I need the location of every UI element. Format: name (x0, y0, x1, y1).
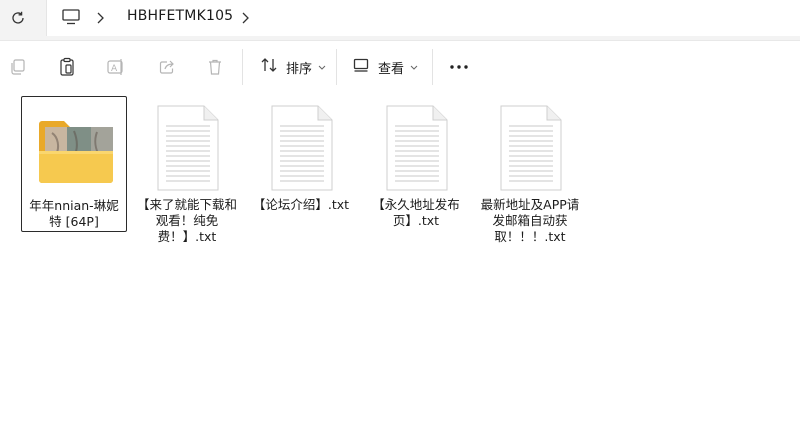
rename-icon[interactable]: A (104, 55, 128, 79)
chevron-right-icon[interactable] (239, 10, 251, 29)
folder-icon (39, 121, 113, 183)
more-icon[interactable] (447, 55, 471, 79)
file-name: 最新地址及APP请发邮箱自动获取！！！.txt (480, 197, 580, 244)
text-file-item[interactable]: 【来了就能下载和观看！纯免费！】.txt (134, 96, 240, 244)
text-file-icon (271, 105, 333, 191)
paste-icon[interactable] (55, 55, 79, 79)
address-bar: HBHFETMK105 (0, 0, 800, 36)
sort-label: 排序 (286, 61, 313, 77)
sort-menu-button[interactable]: 排序 (260, 55, 326, 79)
chevron-down-icon (410, 60, 418, 75)
toolbar-divider (432, 49, 433, 85)
copy-icon[interactable] (6, 55, 30, 79)
view-icon (352, 56, 370, 78)
svg-text:A: A (111, 64, 118, 74)
text-file-icon (386, 105, 448, 191)
text-file-item[interactable]: 最新地址及APP请发邮箱自动获取！！！.txt (477, 96, 583, 244)
address-field[interactable]: HBHFETMK105 (46, 0, 800, 36)
view-label: 查看 (378, 61, 405, 77)
folder-item[interactable]: 年年nnian-琳妮特 [64P] (21, 96, 127, 232)
command-bar: A 排序 查看 (0, 40, 800, 94)
share-icon[interactable] (155, 55, 179, 79)
file-name: 年年nnian-琳妮特 [64P] (29, 198, 119, 229)
text-file-item[interactable]: 【永久地址发布页】.txt (363, 96, 469, 232)
chevron-right-icon[interactable] (94, 10, 106, 29)
view-menu-button[interactable]: 查看 (352, 55, 418, 79)
text-file-icon (157, 105, 219, 191)
toolbar-divider (336, 49, 337, 85)
file-name: 【来了就能下载和观看！纯免费！】.txt (136, 197, 237, 244)
file-list: 年年nnian-琳妮特 [64P] 【来了就能下载和观看！纯免费！】.txt 【… (0, 93, 800, 426)
file-name: 【永久地址发布页】.txt (372, 197, 460, 228)
text-file-item[interactable]: 【论坛介绍】.txt (248, 96, 354, 232)
this-pc-icon[interactable] (61, 8, 81, 30)
delete-icon[interactable] (203, 55, 227, 79)
text-file-icon (500, 105, 562, 191)
sort-icon (260, 56, 278, 78)
file-name: 【论坛介绍】.txt (252, 197, 350, 212)
chevron-down-icon (318, 60, 326, 75)
breadcrumb-item[interactable]: HBHFETMK105 (127, 8, 233, 24)
toolbar-divider (242, 49, 243, 85)
refresh-icon[interactable] (4, 4, 32, 32)
